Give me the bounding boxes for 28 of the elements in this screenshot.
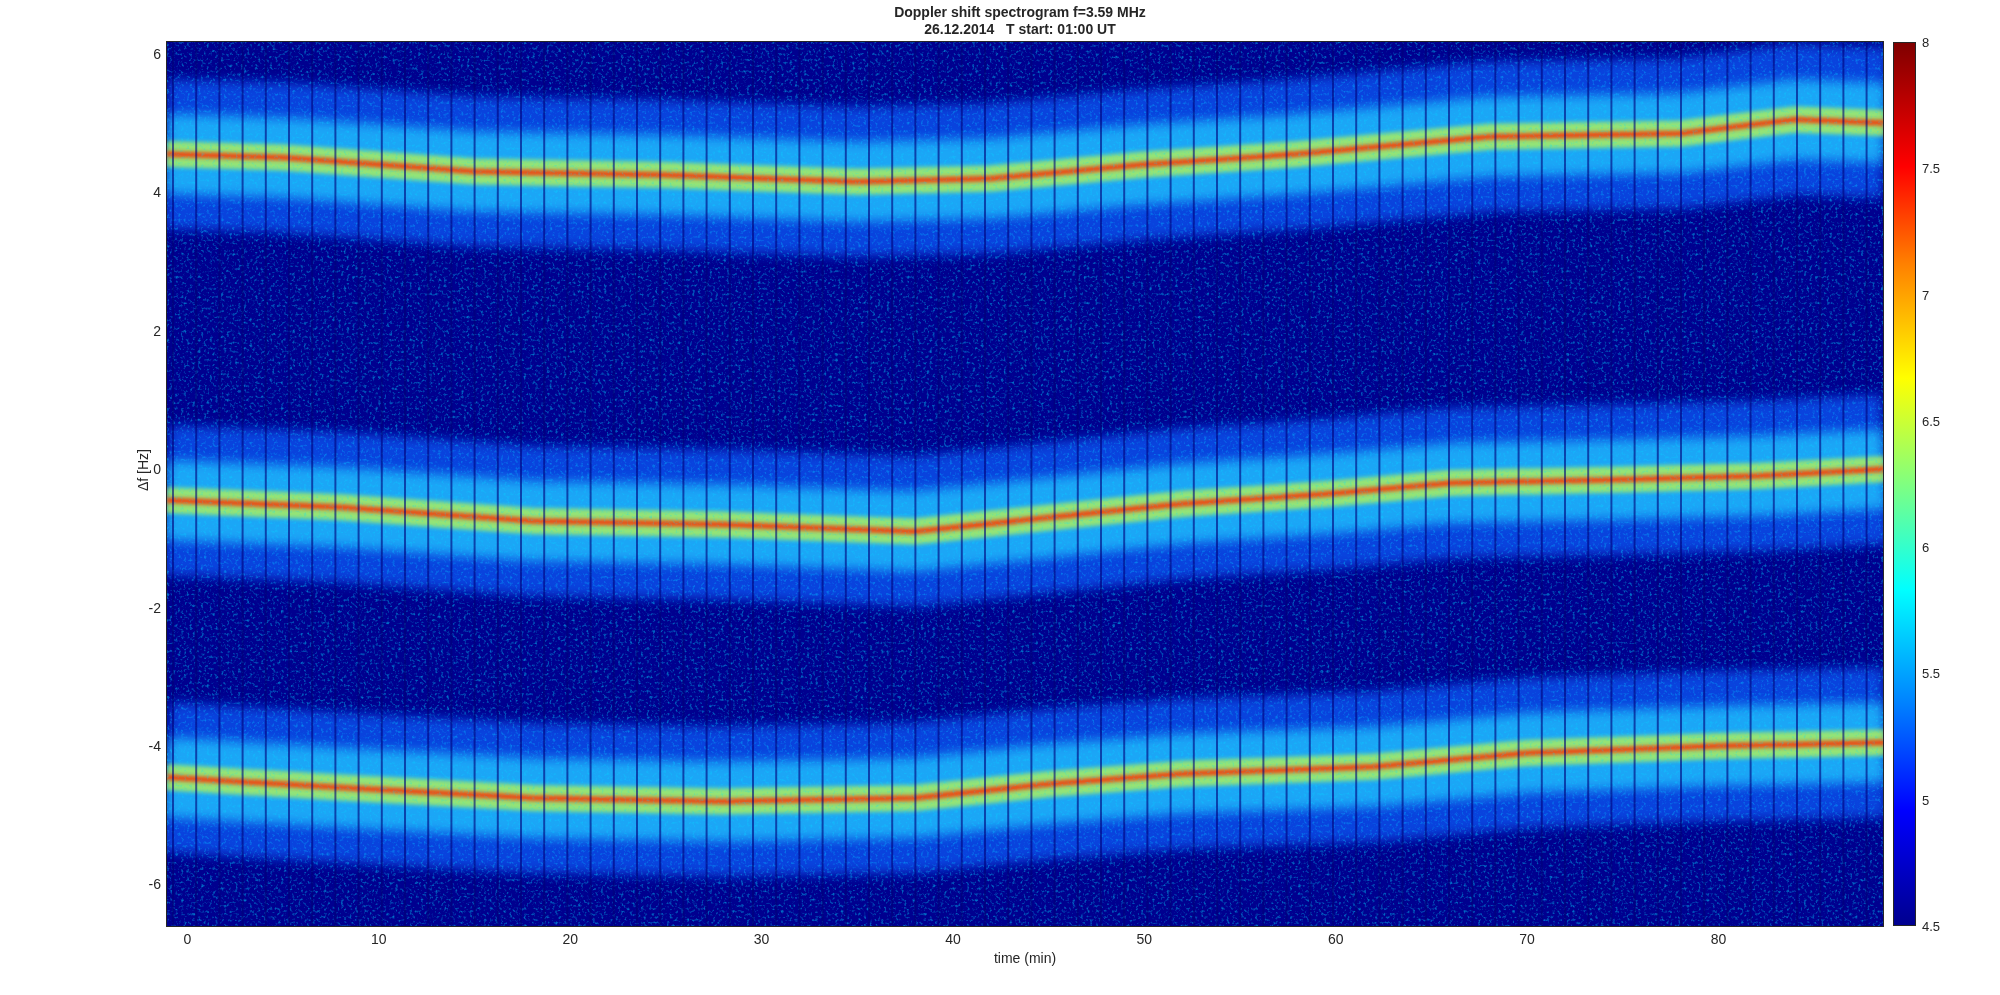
- x-tick-label: 70: [1519, 931, 1535, 947]
- x-axis-label: time (min): [993, 950, 1057, 966]
- colorbar-tick-label: 8: [1922, 34, 1930, 50]
- x-tick-label: 60: [1327, 931, 1344, 947]
- colorbar-tick-label: 5.5: [1922, 665, 1941, 681]
- colorbar-tick-label: 5: [1922, 792, 1930, 808]
- colorbar-tick-label: 4.5: [1922, 918, 1941, 934]
- plot-title: 26.12.2014 T start: 01:00 UT: [924, 21, 1116, 38]
- colorbar-tick-label: 7.5: [1922, 160, 1941, 176]
- y-axis-label: Δf [Hz]: [135, 449, 151, 491]
- y-tick-label: -6: [148, 876, 161, 893]
- y-tick-label: 2: [153, 322, 161, 339]
- x-tick-label: 80: [1710, 931, 1727, 947]
- y-tick-label: -4: [148, 738, 161, 754]
- y-tick-label: -2: [148, 599, 161, 616]
- x-tick-label: 0: [183, 931, 192, 947]
- plot-title: Doppler shift spectrogram f=3.59 MHz: [894, 4, 1146, 21]
- colorbar-tick-label: 6.5: [1922, 413, 1941, 429]
- x-tick-label: 30: [753, 931, 770, 947]
- y-tick-label: 4: [153, 184, 161, 201]
- x-tick-label: 50: [1136, 931, 1153, 947]
- x-tick-label: 40: [945, 931, 961, 947]
- y-tick-label: 0: [153, 461, 161, 478]
- x-tick-label: 20: [562, 931, 578, 947]
- colorbar-tick-label: 6: [1922, 539, 1930, 555]
- y-tick-label: 6: [153, 45, 161, 62]
- colorbar-tick-label: 7: [1922, 287, 1930, 303]
- x-tick-label: 10: [371, 931, 387, 947]
